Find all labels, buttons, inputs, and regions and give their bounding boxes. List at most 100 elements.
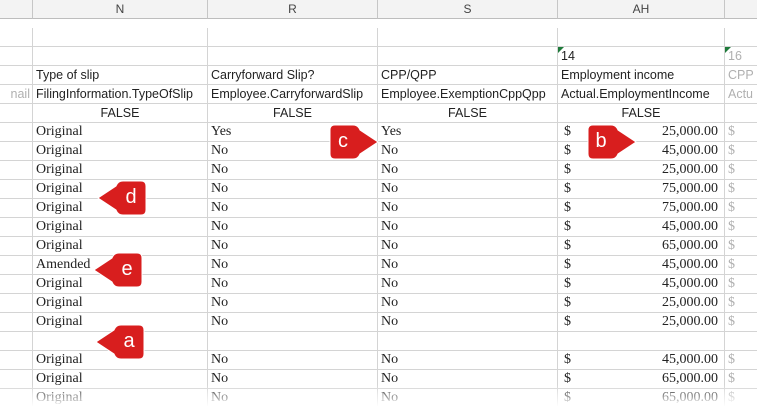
cpp-qpp-cell[interactable]: No — [378, 199, 558, 218]
employment-income-cell[interactable]: $25,000.00 — [558, 294, 725, 313]
carryforward-cell[interactable]: No — [208, 389, 378, 406]
field-cell-employment-income[interactable]: Actual.EmploymentIncome — [558, 85, 725, 104]
next-column-cell[interactable]: $ — [725, 351, 757, 370]
cpp-qpp-cell[interactable]: No — [378, 370, 558, 389]
cpp-qpp-cell[interactable]: Yes — [378, 123, 558, 142]
next-column-cell[interactable]: $ — [725, 275, 757, 294]
cell[interactable] — [0, 142, 33, 161]
cpp-qpp-cell[interactable]: No — [378, 351, 558, 370]
next-column-cell[interactable]: $ — [725, 313, 757, 332]
label-cell-employment-income[interactable]: Employment income — [558, 66, 725, 85]
employment-income-cell[interactable]: $25,000.00 — [558, 313, 725, 332]
label-cell-partial[interactable] — [0, 66, 33, 85]
next-column-cell[interactable] — [725, 332, 757, 351]
employment-income-cell[interactable]: $45,000.00 — [558, 351, 725, 370]
cell[interactable] — [33, 47, 208, 66]
employment-income-cell[interactable]: $65,000.00 — [558, 237, 725, 256]
cell[interactable] — [0, 161, 33, 180]
carryforward-cell[interactable]: No — [208, 256, 378, 275]
cell[interactable] — [0, 351, 33, 370]
employment-income-cell[interactable]: $65,000.00 — [558, 389, 725, 406]
cell[interactable] — [558, 28, 725, 47]
cell[interactable] — [0, 180, 33, 199]
cell[interactable] — [0, 47, 33, 66]
type-of-slip-cell[interactable]: Original — [33, 142, 208, 161]
cell[interactable] — [0, 218, 33, 237]
cell[interactable] — [0, 28, 33, 47]
employment-income-cell[interactable]: $45,000.00 — [558, 218, 725, 237]
next-column-cell[interactable]: $ — [725, 123, 757, 142]
next-column-cell[interactable]: $ — [725, 256, 757, 275]
next-column-cell[interactable]: $ — [725, 142, 757, 161]
cpp-qpp-cell[interactable]: No — [378, 218, 558, 237]
label-cell-type-of-slip[interactable]: Type of slip — [33, 66, 208, 85]
column-header-ah[interactable]: AH — [558, 0, 725, 19]
field-cell-type-of-slip[interactable]: FilingInformation.TypeOfSlip — [33, 85, 208, 104]
cpp-qpp-cell[interactable] — [378, 332, 558, 351]
next-column-cell[interactable]: $ — [725, 370, 757, 389]
column-header-next[interactable] — [725, 0, 757, 19]
type-of-slip-cell[interactable]: Original — [33, 123, 208, 142]
carryforward-cell[interactable]: No — [208, 218, 378, 237]
employment-income-cell[interactable]: $65,000.00 — [558, 370, 725, 389]
carryforward-cell[interactable]: No — [208, 294, 378, 313]
cell[interactable] — [208, 47, 378, 66]
cell[interactable] — [0, 275, 33, 294]
field-cell-partial-next[interactable]: Actu — [725, 85, 757, 104]
column-header-n[interactable]: N — [33, 0, 208, 19]
cell[interactable] — [0, 256, 33, 275]
employment-income-cell[interactable]: $45,000.00 — [558, 256, 725, 275]
cpp-qpp-cell[interactable]: No — [378, 275, 558, 294]
carryforward-cell[interactable]: No — [208, 237, 378, 256]
flag-cell[interactable]: FALSE — [378, 104, 558, 123]
field-cell-cpp-qpp[interactable]: Employee.ExemptionCppQpp — [378, 85, 558, 104]
cell[interactable] — [0, 313, 33, 332]
carryforward-cell[interactable]: No — [208, 351, 378, 370]
cell[interactable] — [208, 28, 378, 47]
cpp-qpp-cell[interactable]: No — [378, 294, 558, 313]
label-cell-carryforward[interactable]: Carryforward Slip? — [208, 66, 378, 85]
cell[interactable] — [0, 237, 33, 256]
column-header-s[interactable]: S — [378, 0, 558, 19]
column-header-partial[interactable] — [0, 0, 33, 19]
next-column-cell[interactable]: $ — [725, 199, 757, 218]
cell[interactable] — [378, 47, 558, 66]
cell[interactable] — [378, 28, 558, 47]
type-of-slip-cell[interactable]: Original — [33, 218, 208, 237]
carryforward-cell[interactable]: No — [208, 370, 378, 389]
box-number-cell[interactable]: 14 — [558, 47, 725, 66]
next-column-cell[interactable]: $ — [725, 180, 757, 199]
cpp-qpp-cell[interactable]: No — [378, 180, 558, 199]
type-of-slip-cell[interactable]: Original — [33, 294, 208, 313]
cpp-qpp-cell[interactable]: No — [378, 313, 558, 332]
label-cell-partial-next[interactable]: CPP — [725, 66, 757, 85]
cell[interactable] — [0, 199, 33, 218]
cell[interactable] — [0, 294, 33, 313]
carryforward-cell[interactable] — [208, 332, 378, 351]
next-column-cell[interactable]: $ — [725, 294, 757, 313]
employment-income-cell[interactable]: $75,000.00 — [558, 199, 725, 218]
type-of-slip-cell[interactable]: Original — [33, 389, 208, 406]
field-cell-partial[interactable]: nail — [0, 85, 33, 104]
carryforward-cell[interactable]: No — [208, 161, 378, 180]
cpp-qpp-cell[interactable]: No — [378, 237, 558, 256]
cpp-qpp-cell[interactable]: No — [378, 256, 558, 275]
next-column-cell[interactable]: $ — [725, 237, 757, 256]
employment-income-cell[interactable]: $75,000.00 — [558, 180, 725, 199]
type-of-slip-cell[interactable]: Original — [33, 370, 208, 389]
employment-income-cell[interactable] — [558, 332, 725, 351]
carryforward-cell[interactable]: No — [208, 275, 378, 294]
carryforward-cell[interactable]: No — [208, 199, 378, 218]
next-column-cell[interactable]: $ — [725, 161, 757, 180]
cell[interactable] — [0, 123, 33, 142]
cell[interactable] — [725, 28, 757, 47]
next-column-cell[interactable]: $ — [725, 389, 757, 406]
next-column-cell[interactable]: $ — [725, 218, 757, 237]
cell[interactable] — [0, 370, 33, 389]
field-cell-carryforward[interactable]: Employee.CarryforwardSlip — [208, 85, 378, 104]
flag-cell[interactable]: FALSE — [33, 104, 208, 123]
carryforward-cell[interactable]: No — [208, 180, 378, 199]
cell[interactable] — [0, 104, 33, 123]
employment-income-cell[interactable]: $45,000.00 — [558, 275, 725, 294]
cpp-qpp-cell[interactable]: No — [378, 161, 558, 180]
